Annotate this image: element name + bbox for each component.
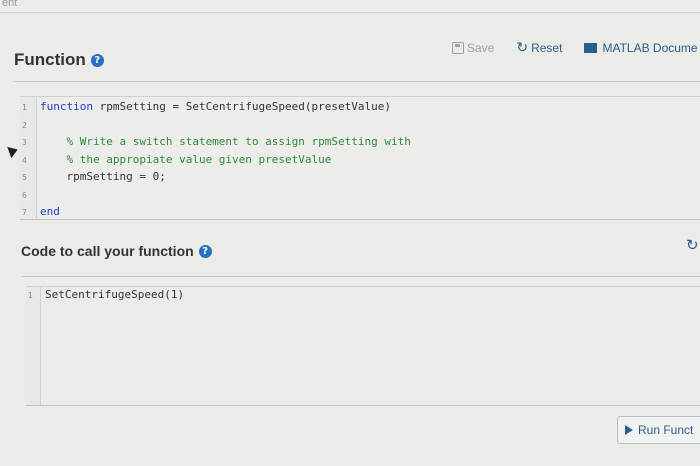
line-number: 7	[22, 208, 27, 217]
reset-button[interactable]: ↻ Reset	[516, 40, 562, 56]
help-icon[interactable]: ?	[198, 244, 212, 258]
function-code-editor[interactable]: 1 function rpmSetting = SetCentrifugeSpee…	[20, 96, 700, 220]
line-number-gutter	[26, 287, 41, 405]
play-icon	[625, 425, 633, 435]
keyword-token: function	[40, 100, 93, 113]
divider	[22, 276, 700, 277]
line-number: 1	[28, 291, 33, 300]
line-number: 4	[22, 155, 27, 165]
line-number: 2	[22, 120, 27, 130]
code-line: SetCentrifugeSpeed(1)	[45, 288, 185, 301]
reset-label: Reset	[531, 41, 563, 55]
code-token: rpmSetting = SetCentrifugeSpeed(presetVa…	[92, 100, 391, 113]
book-icon	[584, 43, 598, 53]
save-label: Save	[467, 41, 495, 55]
function-header: Function ?	[14, 48, 104, 72]
code-line: % Write a switch statement to assign rpm…	[40, 135, 411, 148]
page-top-label: ent	[2, 0, 18, 9]
code-line: function rpmSetting = SetCentrifugeSpeed…	[40, 100, 391, 113]
refresh-icon[interactable]: ↻	[686, 236, 699, 254]
call-code-editor[interactable]: 1 SetCentrifugeSpeed(1)	[26, 286, 700, 406]
run-label: Run Funct	[638, 423, 694, 437]
line-number: 3	[22, 138, 27, 147]
comment-token: % the appropiate value given presetValue	[40, 152, 332, 166]
docs-label: MATLAB Docume	[602, 41, 698, 55]
reset-icon: ↻	[516, 40, 529, 56]
code-line: % the appropiate value given presetValue	[40, 153, 331, 166]
code-line: rpmSetting = 0;	[40, 170, 166, 183]
run-function-button[interactable]: Run Funct	[617, 416, 700, 444]
line-number: 1	[22, 103, 27, 112]
call-section-title: Code to call your function	[21, 243, 194, 259]
help-icon[interactable]: ?	[90, 53, 104, 67]
save-icon	[452, 42, 464, 54]
keyword-token: end	[40, 205, 60, 218]
code-token: rpmSetting = 0;	[40, 170, 166, 183]
line-number: 5	[22, 173, 27, 182]
toolbar: Save ↻ Reset MATLAB Docume	[452, 36, 698, 60]
call-header: Code to call your function ?	[21, 241, 212, 261]
divider	[14, 81, 700, 82]
save-button[interactable]: Save	[452, 41, 494, 55]
comment-token: % Write a switch statement to assign rpm…	[40, 135, 411, 148]
line-number: 6	[22, 190, 27, 200]
page-top-bar: ent	[0, 0, 700, 13]
page-title: Function	[14, 50, 86, 69]
matlab-docs-link[interactable]: MATLAB Docume	[584, 41, 698, 55]
code-line: end	[40, 205, 60, 218]
